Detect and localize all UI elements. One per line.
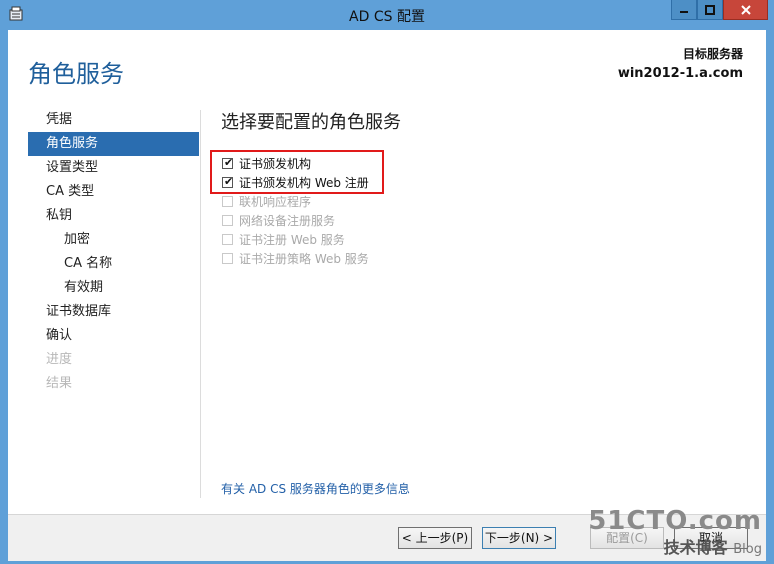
checkbox-online-responder <box>222 196 233 207</box>
nav-item-private-key[interactable]: 私钥 <box>28 204 199 228</box>
check-icon: ✔ <box>224 156 234 169</box>
option-cert-enrollment-web-service: 证书注册 Web 服务 <box>222 230 369 249</box>
check-icon: ✔ <box>224 175 234 188</box>
option-label: 证书注册 Web 服务 <box>239 233 345 247</box>
previous-button[interactable]: < 上一步(P) <box>398 527 472 549</box>
watermark-sub-text: 技术博客 <box>663 538 728 557</box>
nav-item-role-services[interactable]: 角色服务 <box>28 132 199 156</box>
target-server-info: 目标服务器 win2012-1.a.com <box>618 44 743 84</box>
section-title: 选择要配置的角色服务 <box>221 112 401 133</box>
next-button[interactable]: 下一步(N) > <box>482 527 556 549</box>
more-info-link[interactable]: 有关 AD CS 服务器角色的更多信息 <box>221 480 410 497</box>
nav-item-results: 结果 <box>46 376 73 391</box>
checkbox-cert-enrollment-web-service <box>222 234 233 245</box>
option-cert-enrollment-policy-web-service: 证书注册策略 Web 服务 <box>222 249 369 268</box>
option-ca-web-enrollment[interactable]: ✔ 证书颁发机构 Web 注册 <box>222 173 369 192</box>
maximize-icon <box>705 4 715 15</box>
target-server-name: win2012-1.a.com <box>617 66 743 81</box>
nav-item-validity-period[interactable]: 有效期 <box>28 276 199 300</box>
watermark: 51CTO.com 技术博客 Blog <box>588 506 762 558</box>
close-icon <box>740 4 751 15</box>
role-services-list: ✔ 证书颁发机构 ✔ 证书颁发机构 Web 注册 联机响应程序 网络设备注册服务… <box>222 154 369 268</box>
nav-item-confirmation[interactable]: 确认 <box>28 324 199 348</box>
option-label: 网络设备注册服务 <box>239 214 336 228</box>
nav-item-cryptography[interactable]: 加密 <box>28 228 199 252</box>
option-certification-authority[interactable]: ✔ 证书颁发机构 <box>222 154 369 173</box>
target-server-label: 目标服务器 <box>682 47 743 61</box>
content-area: 角色服务 目标服务器 win2012-1.a.com 凭据 角色服务 设置类型 … <box>8 30 766 514</box>
watermark-blog: Blog <box>733 542 762 557</box>
option-online-responder: 联机响应程序 <box>222 192 369 211</box>
nav-item-certificate-database[interactable]: 证书数据库 <box>28 300 199 324</box>
option-network-device-enrollment: 网络设备注册服务 <box>222 211 369 230</box>
window: AD CS 配置 角色服务 目标服务器 win2012-1.a.com 凭据 角… <box>0 0 774 564</box>
nav-item-ca-type[interactable]: CA 类型 <box>28 180 199 204</box>
nav-item-credentials[interactable]: 凭据 <box>28 108 199 132</box>
nav-divider <box>200 110 201 498</box>
checkbox-network-device-enrollment <box>222 215 233 226</box>
checkbox-cert-enrollment-policy-web-service <box>222 253 233 264</box>
watermark-sub: 技术博客 Blog <box>588 534 762 558</box>
window-title: AD CS 配置 <box>349 9 425 25</box>
option-label: 联机响应程序 <box>239 195 312 209</box>
wizard-nav: 凭据 角色服务 设置类型 CA 类型 私钥 加密 CA 名称 有效期 证书数据库… <box>28 108 199 396</box>
title-bar: AD CS 配置 <box>0 0 774 30</box>
page-title: 角色服务 <box>28 60 124 88</box>
checkbox-ca-web-enrollment[interactable]: ✔ <box>222 175 234 188</box>
nav-item-ca-name[interactable]: CA 名称 <box>28 252 199 276</box>
nav-item-progress: 进度 <box>46 352 73 367</box>
minimize-button[interactable] <box>671 0 697 20</box>
option-label: 证书注册策略 Web 服务 <box>239 252 369 266</box>
nav-item-setup-type[interactable]: 设置类型 <box>28 156 199 180</box>
watermark-site: 51CTO.com <box>588 506 762 536</box>
header: 角色服务 目标服务器 win2012-1.a.com <box>8 30 766 92</box>
option-label: 证书颁发机构 <box>239 157 312 171</box>
checkbox-certification-authority[interactable]: ✔ <box>222 156 234 169</box>
window-controls <box>671 0 768 20</box>
close-button[interactable] <box>723 0 768 20</box>
option-label: 证书颁发机构 Web 注册 <box>239 176 369 190</box>
maximize-button[interactable] <box>697 0 723 20</box>
minimize-icon <box>680 10 688 13</box>
